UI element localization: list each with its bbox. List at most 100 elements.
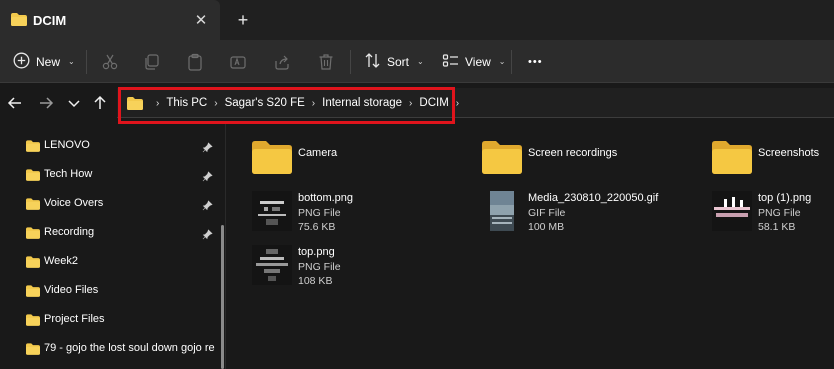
folder-icon [26, 197, 40, 215]
sidebar-scrollbar[interactable] [221, 225, 224, 369]
folder-name: Screen recordings [528, 147, 618, 159]
recent-chevron-icon[interactable] [64, 93, 84, 113]
file-name: Media_230810_220050.gif [528, 192, 659, 204]
sidebar-item-label: Tech How [44, 168, 93, 180]
folder-icon [482, 140, 522, 179]
folder-icon [26, 255, 40, 273]
new-button[interactable]: New ⌄ [13, 40, 75, 83]
file-item-top-1-png[interactable]: top (1).png PNG File 58.1 KB [712, 191, 834, 241]
folder-icon [26, 342, 40, 360]
image-thumbnail [712, 191, 752, 236]
tab-title: DCIM [33, 13, 67, 28]
breadcrumb-device[interactable]: Sagar's S20 FE [225, 97, 305, 109]
forward-arrow-icon[interactable] [36, 93, 56, 113]
folder-icon [26, 226, 40, 244]
sidebar-item-label: Voice Overs [44, 197, 104, 209]
breadcrumb: › This PC › Sagar's S20 FE › Internal st… [127, 88, 466, 118]
image-thumbnail [252, 245, 292, 290]
pin-icon [202, 140, 213, 158]
chevron-down-icon: ⌄ [498, 57, 506, 66]
image-thumbnail [482, 191, 522, 236]
file-item-top-png[interactable]: top.png PNG File 108 KB [252, 245, 472, 295]
more-options-button[interactable]: ••• [528, 40, 543, 83]
share-icon[interactable] [272, 52, 292, 72]
new-tab-button[interactable]: + [232, 9, 254, 31]
delete-icon[interactable] [316, 52, 336, 72]
folder-item-screenshots[interactable]: Screenshots [712, 140, 834, 190]
new-button-label: New [36, 54, 61, 69]
folder-icon [26, 284, 40, 302]
view-button-label: View [465, 54, 491, 69]
close-tab-icon[interactable]: ✕ [190, 9, 212, 31]
folder-icon [26, 168, 40, 186]
breadcrumb-this-pc[interactable]: This PC [166, 97, 207, 109]
file-item-media-gif[interactable]: Media_230810_220050.gif GIF File 100 MB [482, 191, 702, 241]
tab-strip: DCIM ✕ + [0, 0, 834, 40]
file-type: PNG File [298, 261, 341, 273]
navigation-pane: LENOVO Tech How Voice Overs Recording We… [0, 123, 226, 369]
divider [350, 50, 351, 74]
sidebar-item-week2[interactable]: Week2 [0, 247, 222, 276]
chevron-down-icon: ⌄ [417, 57, 424, 66]
sidebar-item-tech-how[interactable]: Tech How [0, 160, 222, 189]
plus-circle-icon [13, 52, 30, 72]
file-size: 108 KB [298, 275, 333, 287]
back-arrow-icon[interactable] [5, 93, 25, 113]
file-type: PNG File [298, 207, 341, 219]
chevron-right-icon[interactable]: › [409, 98, 412, 109]
more-icon: ••• [528, 55, 543, 68]
copy-icon[interactable] [142, 52, 162, 72]
chevron-right-icon[interactable]: › [156, 98, 159, 109]
sidebar-item-label: LENOVO [44, 139, 90, 151]
sort-button-label: Sort [387, 54, 410, 69]
folder-name: Camera [298, 147, 338, 159]
sort-button[interactable]: Sort ⌄ [364, 40, 424, 83]
sidebar-item-gojo[interactable]: 79 - gojo the lost soul down gojo re [0, 334, 222, 363]
folder-icon [712, 140, 752, 179]
sidebar-item-project-files[interactable]: Project Files [0, 305, 222, 334]
file-size: 58.1 KB [758, 221, 796, 233]
file-name: bottom.png [298, 192, 354, 204]
up-arrow-icon[interactable] [90, 93, 110, 113]
file-name: top (1).png [758, 192, 812, 204]
file-name: top.png [298, 246, 335, 258]
sidebar-item-video-files[interactable]: Video Files [0, 276, 222, 305]
folder-item-camera[interactable]: Camera [252, 140, 472, 190]
folder-icon [26, 313, 40, 331]
divider [86, 50, 87, 74]
chevron-right-icon[interactable]: › [312, 98, 315, 109]
sidebar-item-label: Video Files [44, 284, 99, 296]
pin-icon [202, 169, 213, 187]
sidebar-item-voice-overs[interactable]: Voice Overs [0, 189, 222, 218]
chevron-down-icon: ⌄ [68, 57, 75, 66]
folder-icon [127, 96, 143, 110]
command-bar: New ⌄ Sort ⌄ View ⌄ ••• [0, 40, 834, 83]
address-row: › This PC › Sagar's S20 FE › Internal st… [0, 84, 834, 122]
pin-icon [202, 227, 213, 245]
sidebar-item-label: Recording [44, 226, 95, 238]
address-bar[interactable]: › This PC › Sagar's S20 FE › Internal st… [117, 88, 834, 118]
paste-icon[interactable] [185, 52, 205, 72]
folder-icon [11, 13, 27, 31]
chevron-right-icon[interactable]: › [214, 98, 217, 109]
breadcrumb-internal-storage[interactable]: Internal storage [322, 97, 402, 109]
sidebar-item-lenovo[interactable]: LENOVO [0, 131, 222, 160]
file-type: GIF File [528, 207, 566, 219]
file-size: 100 MB [528, 221, 565, 233]
folder-item-screen-recordings[interactable]: Screen recordings [482, 140, 702, 190]
chevron-right-icon[interactable]: › [456, 98, 459, 109]
sort-icon [364, 52, 381, 72]
sidebar-item-label: Project Files [44, 313, 105, 325]
cut-icon[interactable] [100, 52, 120, 72]
folder-icon [26, 139, 40, 157]
rename-icon[interactable] [228, 52, 248, 72]
folder-name: Screenshots [758, 147, 820, 159]
file-item-bottom-png[interactable]: bottom.png PNG File 75.6 KB [252, 191, 472, 241]
view-icon [442, 52, 459, 72]
file-content-area: Camera Screen recordings Screenshots bot… [228, 123, 834, 369]
breadcrumb-dcim[interactable]: DCIM [419, 97, 448, 109]
sidebar-item-recording[interactable]: Recording [0, 218, 222, 247]
pin-icon [202, 198, 213, 216]
tab-dcim[interactable]: DCIM ✕ [0, 0, 220, 40]
view-button[interactable]: View ⌄ [442, 40, 506, 83]
